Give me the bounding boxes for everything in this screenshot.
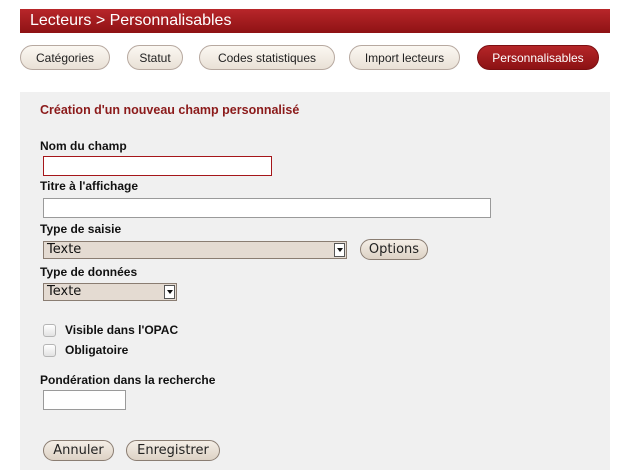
visible-opac-checkbox[interactable] — [43, 324, 56, 337]
type-donnees-select[interactable]: Texte — [43, 283, 177, 301]
type-donnees-label: Type de données — [40, 265, 138, 279]
type-saisie-select[interactable]: Texte — [43, 241, 347, 259]
visible-opac-label: Visible dans l'OPAC — [65, 323, 179, 337]
page-title-bar: Lecteurs > Personnalisables — [20, 9, 610, 33]
chevron-down-icon — [164, 285, 175, 299]
obligatoire-label: Obligatoire — [65, 343, 129, 357]
type-donnees-value: Texte — [47, 284, 82, 299]
cancel-button[interactable]: Annuler — [43, 440, 114, 461]
page-title: Lecteurs > Personnalisables — [30, 12, 232, 29]
tab-import-lecteurs[interactable]: Import lecteurs — [349, 45, 460, 70]
chevron-down-icon — [334, 243, 345, 257]
ponderation-input[interactable] — [43, 390, 126, 410]
form-panel: Création d'un nouveau champ personnalisé… — [20, 92, 610, 470]
nom-du-champ-label: Nom du champ — [40, 139, 127, 153]
tab-bar: Catégories Statut Codes statistiques Imp… — [0, 45, 630, 71]
save-button[interactable]: Enregistrer — [126, 440, 220, 461]
form-heading: Création d'un nouveau champ personnalisé — [40, 103, 300, 117]
tab-personnalisables[interactable]: Personnalisables — [477, 45, 599, 70]
type-saisie-value: Texte — [47, 242, 82, 257]
ponderation-label: Pondération dans la recherche — [40, 373, 216, 387]
nom-du-champ-input[interactable] — [43, 156, 272, 176]
options-button[interactable]: Options — [360, 239, 428, 260]
obligatoire-checkbox[interactable] — [43, 344, 56, 357]
type-saisie-label: Type de saisie — [40, 222, 122, 236]
tab-categories[interactable]: Catégories — [20, 45, 110, 70]
titre-affichage-input[interactable] — [43, 198, 491, 218]
tab-codes-statistiques[interactable]: Codes statistiques — [199, 45, 335, 70]
tab-statut[interactable]: Statut — [127, 45, 183, 70]
titre-affichage-label: Titre à l'affichage — [40, 179, 138, 193]
